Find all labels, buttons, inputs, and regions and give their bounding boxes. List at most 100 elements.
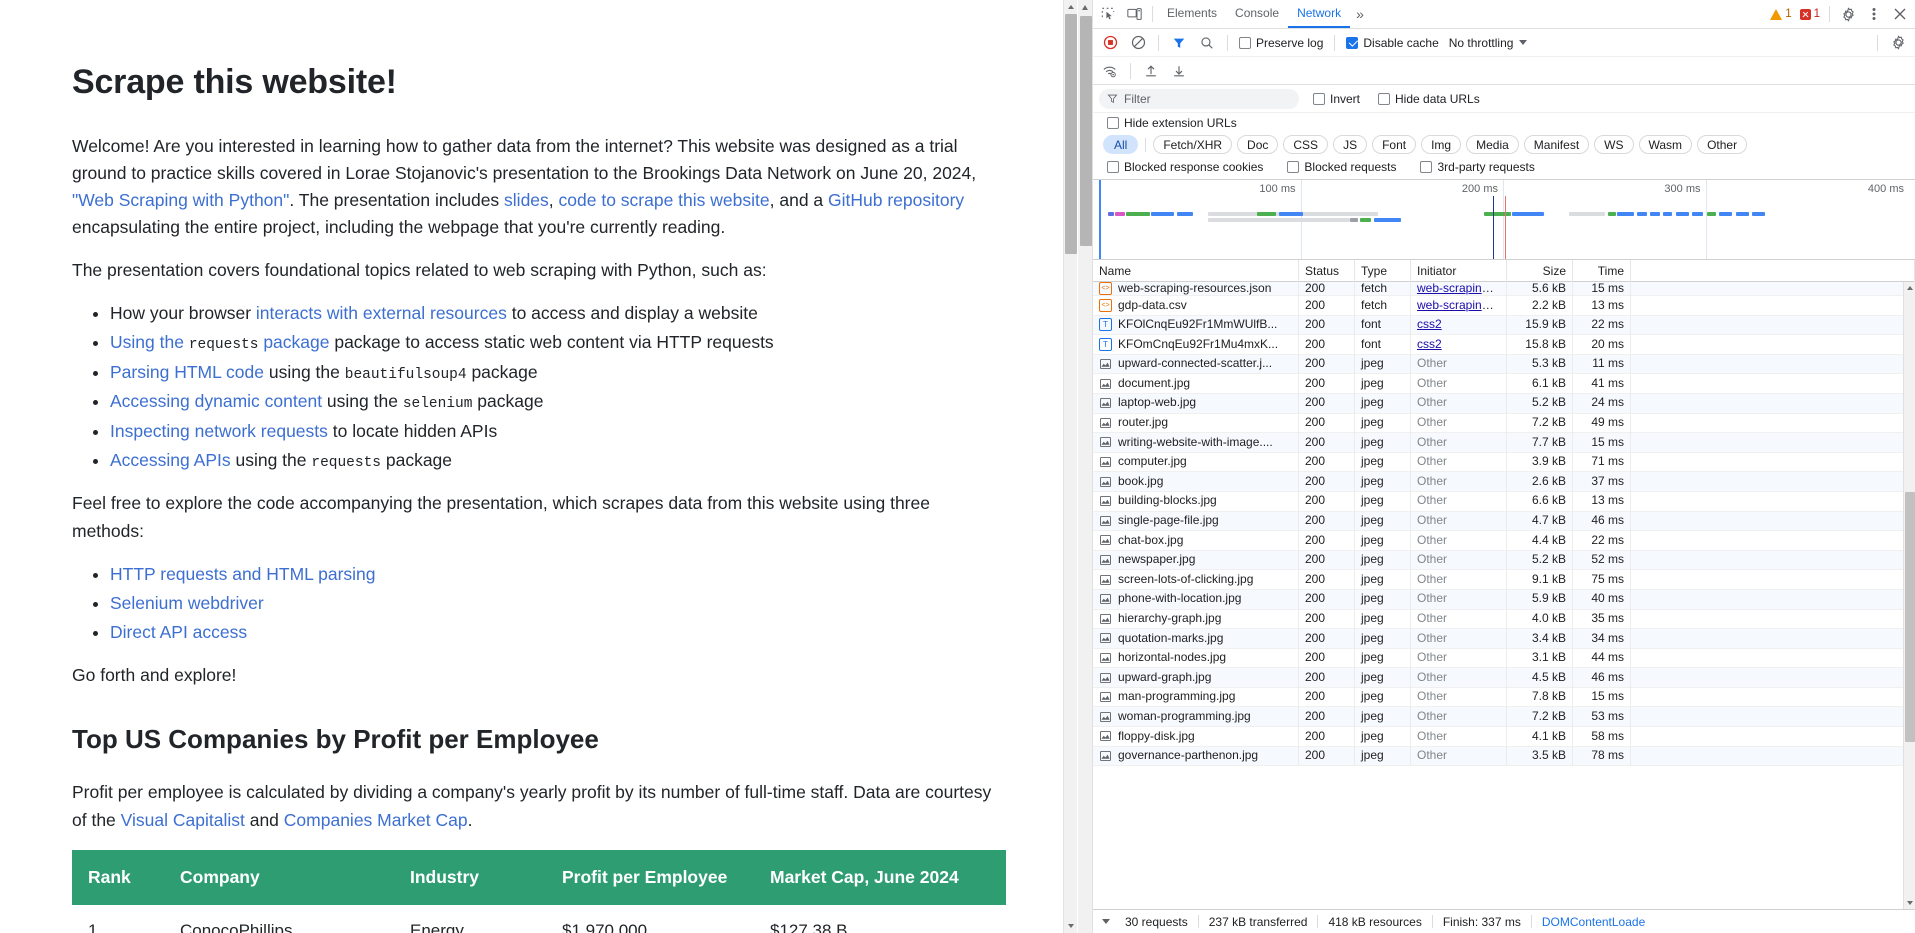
link-inspecting-network-requests[interactable]: Inspecting network requests: [110, 421, 328, 441]
col-header-status[interactable]: Status: [1299, 260, 1355, 282]
network-request-row[interactable]: building-blocks.jpg 200 jpeg Other 6.6 kB 13 …: [1093, 491, 1915, 512]
initiator-link[interactable]: css2: [1417, 337, 1442, 351]
network-request-row[interactable]: screen-lots-of-clicking.jpg 200 jpeg Other 9…: [1093, 569, 1915, 590]
more-tabs-icon[interactable]: »: [1350, 6, 1370, 22]
scrollbar-thumb[interactable]: [1065, 14, 1077, 254]
status-dom-content-loaded[interactable]: DOMContentLoade: [1532, 915, 1655, 929]
network-request-row[interactable]: document.jpg 200 jpeg Other 6.1 kB 41 ms: [1093, 373, 1915, 394]
scrollbar-thumb[interactable]: [1905, 492, 1915, 742]
link-code-to-scrape[interactable]: code to scrape this website: [559, 190, 770, 210]
network-conditions-icon[interactable]: [1097, 58, 1123, 84]
network-request-row[interactable]: writing-website-with-image.... 200 jpeg Oth…: [1093, 432, 1915, 453]
disable-cache-checkbox[interactable]: Disable cache: [1342, 36, 1442, 50]
cell-name[interactable]: floppy-disk.jpg: [1093, 726, 1299, 747]
network-request-row[interactable]: <> gdp-data.csv 200 fetch web-scraping-tu 2.2…: [1093, 295, 1915, 316]
network-request-row[interactable]: router.jpg 200 jpeg Other 7.2 kB 49 ms: [1093, 413, 1915, 434]
link-http-requests-and-html-parsing[interactable]: HTTP requests and HTML parsing: [110, 564, 376, 584]
type-filter-media[interactable]: Media: [1466, 135, 1519, 154]
link-package[interactable]: package: [263, 332, 329, 352]
gear-icon[interactable]: [1835, 1, 1861, 27]
network-request-row[interactable]: phone-with-location.jpg 200 jpeg Other 5.9 k…: [1093, 589, 1915, 610]
type-filter-font[interactable]: Font: [1372, 135, 1417, 154]
cell-name[interactable]: T KFOlCnqEu92Fr1MmWUlfB...: [1093, 315, 1299, 335]
network-request-rows[interactable]: <> web-scraping-resources.json 200 fetch web…: [1093, 282, 1915, 909]
network-request-row[interactable]: single-page-file.jpg 200 jpeg Other 4.7 kB 46…: [1093, 511, 1915, 532]
cell-name[interactable]: quotation-marks.jpg: [1093, 628, 1299, 649]
link-accessing-apis[interactable]: Accessing APIs: [110, 450, 231, 470]
import-har-icon[interactable]: [1138, 58, 1164, 84]
network-request-row[interactable]: governance-parthenon.jpg 200 jpeg Other 3.5 …: [1093, 746, 1915, 767]
link-direct-api-access[interactable]: Direct API access: [110, 622, 247, 642]
col-header-company[interactable]: Company: [164, 849, 394, 905]
col-header-time[interactable]: Time: [1573, 260, 1631, 282]
network-request-row[interactable]: chat-box.jpg 200 jpeg Other 4.4 kB 22 ms: [1093, 530, 1915, 551]
third-party-requests-checkbox[interactable]: 3rd-party requests: [1416, 160, 1538, 174]
initiator-link[interactable]: web-scraping-tu: [1417, 298, 1502, 312]
network-request-row[interactable]: computer.jpg 200 jpeg Other 3.9 kB 71 ms: [1093, 452, 1915, 473]
col-header-market-cap[interactable]: Market Cap, June 2024: [754, 849, 1006, 905]
inspect-element-icon[interactable]: [1095, 1, 1121, 27]
cell-name[interactable]: newspaper.jpg: [1093, 550, 1299, 570]
cell-name[interactable]: book.jpg: [1093, 471, 1299, 492]
hide-extension-urls-checkbox[interactable]: Hide extension URLs: [1103, 116, 1241, 130]
webpage-scrollbar[interactable]: [1063, 0, 1077, 933]
link-parsing-html-code[interactable]: Parsing HTML code: [110, 362, 264, 382]
cell-name[interactable]: writing-website-with-image....: [1093, 432, 1299, 453]
hide-data-urls-checkbox[interactable]: Hide data URLs: [1374, 92, 1484, 106]
show-console-drawer-icon[interactable]: [1097, 919, 1115, 924]
scrollbar-thumb[interactable]: [1079, 16, 1092, 246]
col-header-initiator[interactable]: Initiator: [1411, 260, 1507, 282]
network-request-row[interactable]: upward-connected-scatter.j... 200 jpeg Othe…: [1093, 354, 1915, 375]
network-request-row[interactable]: hierarchy-graph.jpg 200 jpeg Other 4.0 kB 35 …: [1093, 609, 1915, 630]
cell-name[interactable]: building-blocks.jpg: [1093, 491, 1299, 512]
record-stop-icon[interactable]: [1097, 30, 1123, 56]
network-request-row[interactable]: book.jpg 200 jpeg Other 2.6 kB 37 ms: [1093, 471, 1915, 492]
warning-count-badge[interactable]: 1: [1766, 8, 1795, 20]
type-filter-wasm[interactable]: Wasm: [1638, 135, 1693, 154]
filter-icon[interactable]: [1166, 30, 1192, 56]
type-filter-css[interactable]: CSS: [1283, 135, 1329, 154]
network-request-row[interactable]: T KFOmCnqEu92Fr1Mu4mxK... 200 font css2 15.8 …: [1093, 334, 1915, 355]
error-count-badge[interactable]: 1: [1796, 8, 1824, 20]
filter-input[interactable]: Filter: [1099, 88, 1299, 109]
cell-name[interactable]: phone-with-location.jpg: [1093, 589, 1299, 609]
cell-name[interactable]: horizontal-nodes.jpg: [1093, 648, 1299, 668]
network-settings-icon[interactable]: [1885, 30, 1911, 56]
col-header-rank[interactable]: Rank: [72, 849, 164, 905]
type-filter-js[interactable]: JS: [1333, 135, 1368, 154]
link-visual-capitalist[interactable]: Visual Capitalist: [121, 810, 245, 830]
col-header-type[interactable]: Type: [1355, 260, 1411, 282]
col-header-profit-per-employee[interactable]: Profit per Employee: [546, 849, 754, 905]
throttling-select[interactable]: No throttling: [1445, 36, 1532, 50]
link-accessing-dynamic-content[interactable]: Accessing dynamic content: [110, 391, 322, 411]
clear-network-log-icon[interactable]: [1125, 30, 1151, 56]
cell-name[interactable]: <> gdp-data.csv: [1093, 295, 1299, 316]
export-har-icon[interactable]: [1166, 58, 1192, 84]
preserve-log-checkbox[interactable]: Preserve log: [1235, 36, 1327, 50]
network-overview-timeline[interactable]: 100 ms 200 ms 300 ms 400 ms: [1093, 180, 1915, 260]
col-header-size[interactable]: Size: [1507, 260, 1573, 282]
type-filter-all[interactable]: All: [1103, 135, 1139, 154]
scroll-down-arrow-icon[interactable]: [1064, 919, 1078, 933]
network-list-scrollbar[interactable]: [1903, 282, 1915, 909]
col-header-waterfall[interactable]: [1631, 260, 1915, 282]
link-selenium-webdriver[interactable]: Selenium webdriver: [110, 593, 264, 613]
scroll-up-arrow-icon[interactable]: [1064, 0, 1078, 14]
cell-name[interactable]: upward-connected-scatter.j...: [1093, 354, 1299, 374]
search-icon[interactable]: [1194, 30, 1220, 56]
blocked-requests-checkbox[interactable]: Blocked requests: [1283, 160, 1400, 174]
type-filter-doc[interactable]: Doc: [1237, 135, 1279, 154]
cell-name[interactable]: router.jpg: [1093, 413, 1299, 433]
cell-name[interactable]: computer.jpg: [1093, 452, 1299, 472]
link-using-the[interactable]: Using the: [110, 332, 184, 352]
link-web-scraping-with-python[interactable]: "Web Scraping with Python": [72, 190, 289, 210]
cell-name[interactable]: man-programming.jpg: [1093, 687, 1299, 707]
initiator-link[interactable]: web-scraping-tu: [1417, 282, 1502, 295]
link-github-repository[interactable]: GitHub repository: [828, 190, 964, 210]
link-interacts-with-external-resources[interactable]: interacts with external resources: [256, 303, 507, 323]
cell-name[interactable]: T KFOmCnqEu92Fr1Mu4mxK...: [1093, 334, 1299, 355]
type-filter-manifest[interactable]: Manifest: [1523, 135, 1590, 154]
invert-checkbox[interactable]: Invert: [1309, 92, 1364, 106]
cell-name[interactable]: screen-lots-of-clicking.jpg: [1093, 569, 1299, 590]
network-request-row[interactable]: floppy-disk.jpg 200 jpeg Other 4.1 kB 58 ms: [1093, 726, 1915, 747]
